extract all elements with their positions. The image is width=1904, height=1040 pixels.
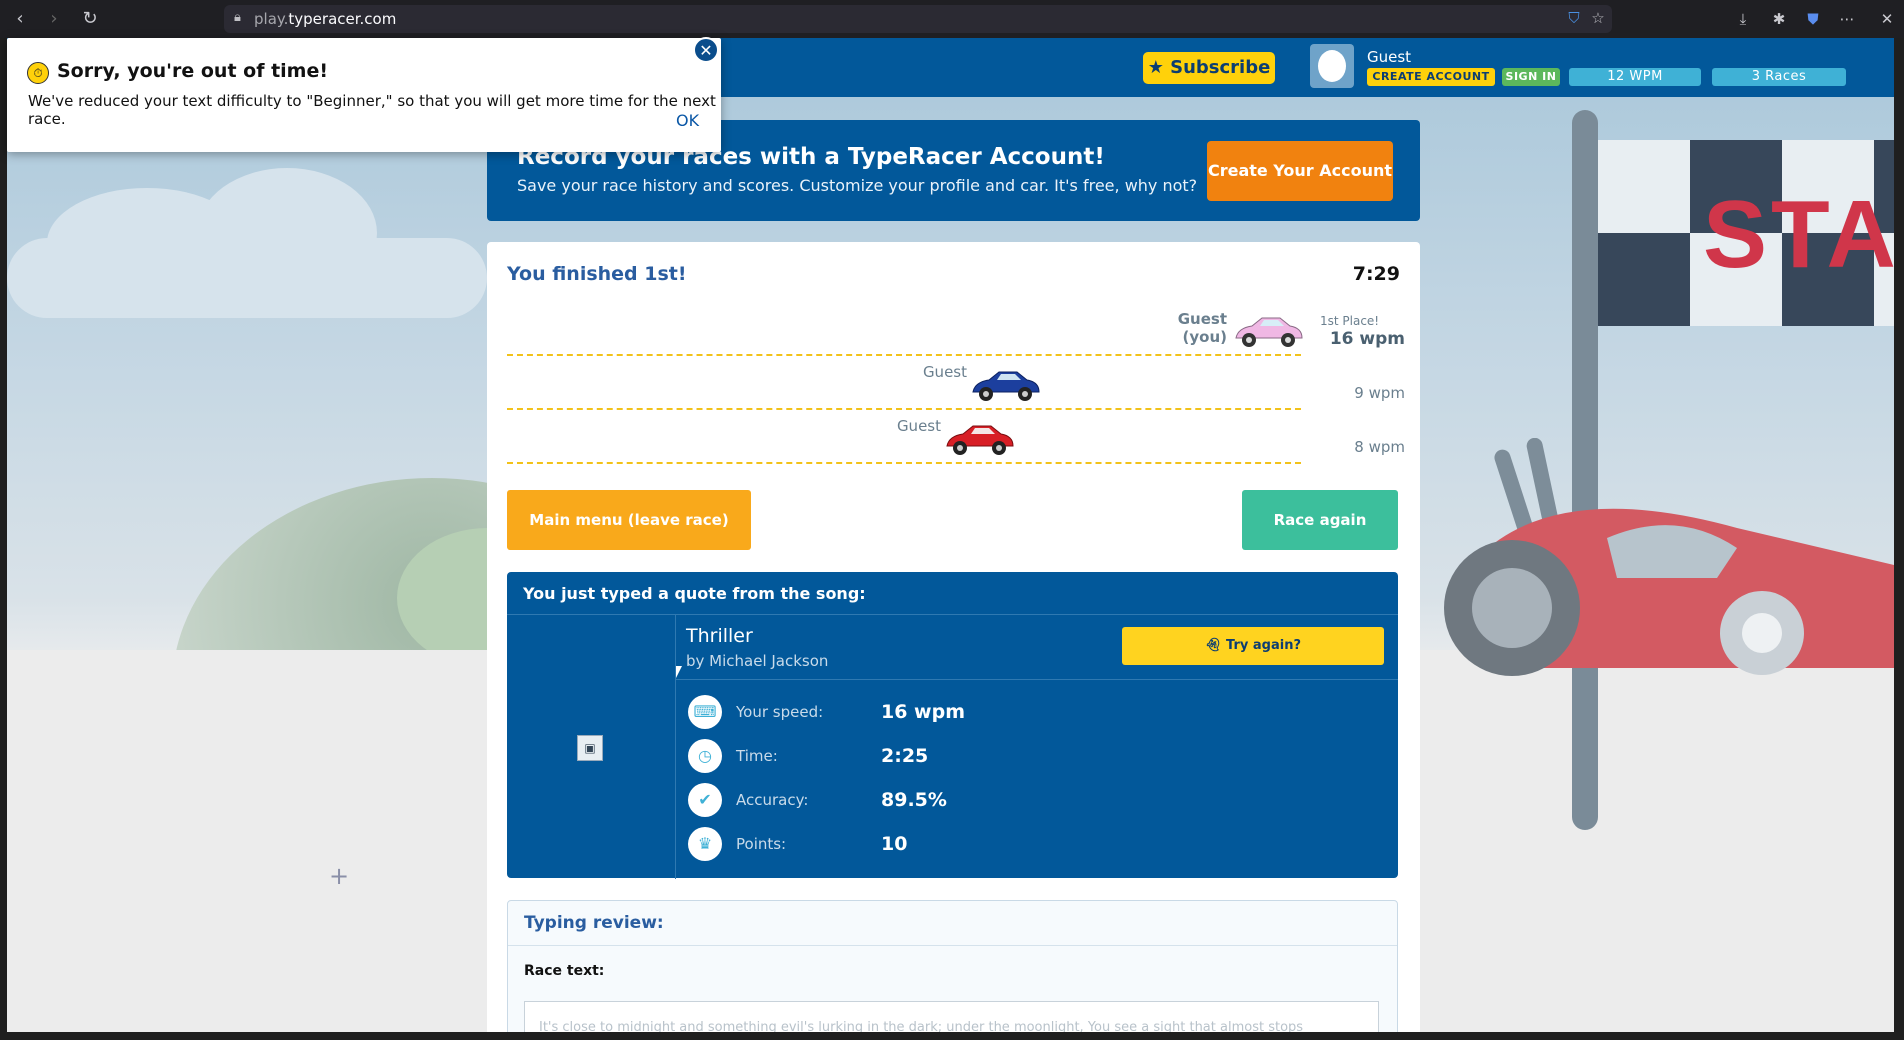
stat-label: Accuracy:	[736, 791, 809, 809]
quote-details: Thriller by Michael Jackson 👻︎ Try again…	[676, 614, 1398, 879]
race-results-card: You finished 1st! 7:29 Guest (you) 1st P…	[487, 242, 1420, 1032]
racer-wpm: 16 wpm	[1329, 329, 1405, 349]
browser-toolbar: ‹ › ↻ 🔒︎ play.typeracer.com ⛉ ☆ ⤓ ✱ ⛊ ⋯ …	[0, 0, 1904, 38]
user-name: Guest	[1367, 48, 1412, 66]
race-again-button[interactable]: Race again	[1242, 490, 1398, 550]
crosshair-icon: +	[329, 862, 350, 890]
page: STA ★ Subscribe Guest CREATE ACCOUNT SIG…	[7, 38, 1894, 1032]
typing-review-title: Typing review:	[524, 913, 664, 933]
popup-message: We've reduced your text difficulty to "B…	[28, 92, 716, 128]
reload-icon[interactable]: ↻	[78, 7, 102, 31]
main-menu-button[interactable]: Main menu (leave race)	[507, 490, 751, 550]
keyboard-icon: ⌨	[688, 695, 722, 729]
finish-heading: You finished 1st!	[507, 263, 687, 285]
race-text-label: Race text:	[524, 963, 605, 979]
racer-wpm: 8 wpm	[1354, 438, 1405, 456]
shield-icon[interactable]: ⛉	[1564, 9, 1584, 29]
popup-title: Sorry, you're out of time!	[57, 60, 329, 82]
stat-value: 10	[881, 833, 908, 855]
stat-value: 2:25	[881, 745, 929, 767]
typing-review-header: Typing review:	[508, 901, 1397, 946]
player-car-icon	[1235, 317, 1303, 347]
race-lane	[507, 408, 1301, 410]
racer-wpm: 9 wpm	[1354, 384, 1405, 402]
race-timer: 7:29	[1352, 263, 1400, 285]
download-icon[interactable]: ⤓	[1732, 8, 1754, 30]
create-your-account-button[interactable]: Create Your Account	[1207, 141, 1393, 201]
racer-name: Guest	[896, 417, 941, 435]
start-flag: STA	[1598, 140, 1894, 326]
stat-time: ◷ Time: 2:25	[688, 739, 1388, 775]
stat-label: Time:	[736, 747, 778, 765]
opponent-car-icon	[946, 425, 1014, 455]
song-title: Thriller	[686, 625, 753, 647]
quote-heading: You just typed a quote from the song:	[523, 584, 866, 603]
stat-points: ♛ Points: 10	[688, 827, 1388, 863]
stat-value: 89.5%	[881, 789, 947, 811]
racer-name: Guest	[922, 363, 967, 381]
sign-in-button[interactable]: SIGN IN	[1502, 68, 1560, 86]
trophy-icon: ♛	[688, 827, 722, 861]
race-text-box[interactable]: It's close to midnight and something evi…	[524, 1001, 1379, 1032]
mouse-cursor-icon	[676, 666, 688, 678]
ghost-icon: 👻︎	[1205, 638, 1227, 653]
try-again-button[interactable]: 👻︎ Try again?	[1122, 627, 1384, 665]
password-manager-icon[interactable]: ⛊	[1802, 8, 1824, 30]
stat-accuracy: ✔ Accuracy: 89.5%	[688, 783, 1388, 819]
stopwatch-icon: ⏱	[27, 62, 49, 84]
stat-speed: ⌨ Your speed: 16 wpm	[688, 695, 1388, 731]
race-car-illustration	[1444, 438, 1894, 676]
out-of-time-popup: ✕ ⏱ Sorry, you're out of time! We've red…	[7, 37, 721, 152]
stat-label: Points:	[736, 835, 787, 853]
back-icon[interactable]: ‹	[8, 7, 32, 31]
checkmark-icon: ✔	[688, 783, 722, 817]
opponent-car-icon	[972, 371, 1040, 401]
subscribe-button[interactable]: ★ Subscribe	[1143, 52, 1275, 84]
lock-icon: 🔒︎	[234, 10, 241, 25]
race-lane	[507, 462, 1301, 464]
wpm-badge: 12 WPM	[1569, 68, 1701, 86]
forward-icon[interactable]: ›	[42, 7, 66, 31]
race-lane	[507, 354, 1301, 356]
start-sign-text: STA	[1703, 181, 1894, 288]
create-account-button[interactable]: CREATE ACCOUNT	[1367, 68, 1495, 86]
close-icon[interactable]: ✕	[693, 37, 719, 63]
typing-review: Typing review: Race text: It's close to …	[507, 900, 1398, 1032]
place-label: 1st Place!	[1320, 314, 1380, 328]
menu-dots-icon[interactable]: ⋯	[1836, 8, 1858, 30]
racer-name: Guest (you)	[1177, 310, 1227, 346]
bookmark-star-icon[interactable]: ☆	[1588, 9, 1608, 29]
broken-image-icon: ▣	[577, 735, 603, 761]
extensions-icon[interactable]: ✱	[1768, 8, 1790, 30]
avatar[interactable]	[1310, 44, 1354, 88]
close-window-icon[interactable]: ✕	[1876, 8, 1898, 30]
album-art-area: ▣	[507, 614, 676, 879]
races-badge: 3 Races	[1712, 68, 1846, 86]
divider	[676, 679, 1398, 680]
quote-info-panel: You just typed a quote from the song: ▣ …	[507, 572, 1398, 879]
url-text: play.typeracer.com	[254, 10, 397, 28]
stat-label: Your speed:	[736, 703, 824, 721]
cloud	[7, 238, 487, 318]
popup-ok-link[interactable]: OK	[676, 111, 699, 130]
stat-value: 16 wpm	[881, 701, 966, 723]
clock-icon: ◷	[688, 739, 722, 773]
promo-subtitle: Save your race history and scores. Custo…	[517, 176, 1198, 195]
song-artist: by Michael Jackson	[686, 652, 829, 670]
address-bar[interactable]: 🔒︎ play.typeracer.com ⛉ ☆	[224, 5, 1612, 33]
